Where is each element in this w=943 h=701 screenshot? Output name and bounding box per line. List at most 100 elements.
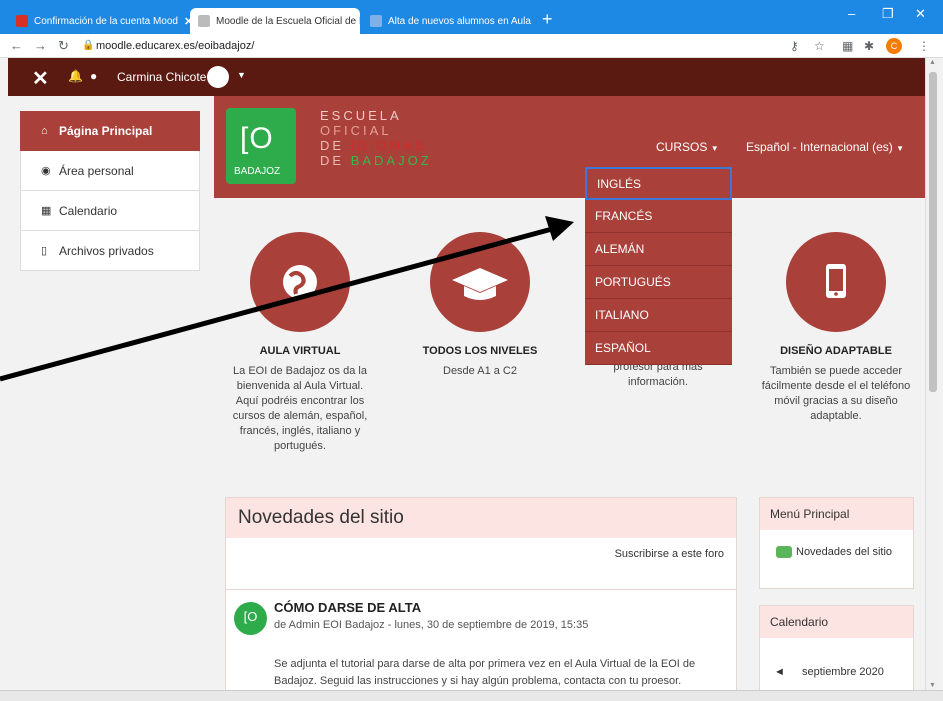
feature-title: AULA VIRTUAL (259, 345, 341, 357)
logo-line-idiomas: DE IDIOMAS (320, 138, 432, 153)
logo-mark: [O (240, 122, 274, 155)
logo-city: BADAJOZ (234, 166, 281, 177)
scroll-down-icon[interactable]: ▼ (929, 682, 936, 689)
post-title[interactable]: CÓMO DARSE DE ALTA (274, 600, 421, 615)
chevron-down-icon: ▼ (710, 144, 719, 153)
address-bar: ← → ↻ 🔒 moodle.educarex.es/eoibadajoz/ ⚷… (0, 34, 943, 58)
menu-item-frances[interactable]: FRANCÉS (585, 200, 732, 233)
logo-line-oficial: OFICIAL (320, 123, 392, 138)
tab-label: Alta de nuevos alumnos en Aula (388, 15, 531, 27)
subscribe-link[interactable]: Suscribirse a este foro (615, 548, 724, 560)
post-author-avatar[interactable]: [O (234, 602, 267, 635)
menu-item-ingles[interactable]: INGLÉS (585, 167, 732, 200)
reload-icon[interactable]: ↻ (58, 38, 69, 54)
scroll-up-icon[interactable]: ▲ (929, 59, 936, 66)
graduation-cap-icon (430, 232, 530, 332)
month-label: septiembre 2020 (801, 666, 884, 678)
cursos-menu[interactable]: CURSOS ▼ (656, 140, 719, 154)
url-field[interactable]: moodle.educarex.es/eoibadajoz/ (96, 40, 254, 52)
minimize-icon[interactable]: – (848, 6, 855, 21)
calendar-icon: ▦ (41, 205, 52, 217)
news-forum: Novedades del sitio Suscribirse a este f… (225, 497, 737, 701)
window-close-icon[interactable]: ✕ (915, 6, 926, 22)
dashboard-icon: ◉ (41, 165, 51, 177)
calendar-month: ◄ septiembre 2020 (774, 666, 884, 678)
menu-link-novedades[interactable]: Novedades del sitio (776, 546, 892, 558)
user-avatar[interactable] (207, 66, 229, 88)
browser-tab-strip: Confirmación de la cuenta Mood ✕ Moodle … (0, 0, 943, 34)
close-icon[interactable]: ✕ (178, 15, 190, 28)
extension-icon[interactable]: ▦ (842, 39, 853, 53)
block-title: Menú Principal (760, 498, 913, 530)
forward-icon[interactable]: → (34, 38, 47, 53)
logo-idiomas: IDIOMAS (350, 138, 427, 153)
feature-title: TODOS LOS NIVELES (422, 345, 538, 357)
profile-avatar[interactable]: C (886, 38, 902, 54)
cursos-label: CURSOS (656, 140, 708, 154)
feature-title: DISEÑO ADAPTABLE (780, 345, 892, 357)
chat-icon[interactable]: ● (90, 69, 97, 83)
menu-item-aleman[interactable]: ALEMÁN (585, 233, 732, 266)
logo-badajoz: BADAJOZ (350, 153, 432, 168)
menu-item-espanol[interactable]: ESPAÑOL (585, 332, 732, 365)
forum-icon (776, 546, 792, 558)
drawer-item-label: Calendario (59, 203, 118, 218)
bell-icon[interactable]: 🔔 (68, 69, 83, 83)
post-meta: de Admin EOI Badajoz - lunes, 30 de sept… (274, 619, 589, 631)
drawer-item-label: Archivos privados (59, 243, 154, 258)
drawer-item-dashboard[interactable]: ◉ Área personal (20, 151, 200, 191)
feature-diseno: DISEÑO ADAPTABLE También se puede accede… (761, 232, 911, 424)
scrollbar[interactable]: ▲ ▼ (925, 58, 939, 690)
drawer-item-home[interactable]: ⌂ Página Principal (20, 111, 200, 151)
tab-moodle[interactable]: Moodle de la Escuela Oficial de I ✕ (190, 8, 360, 34)
news-heading: Novedades del sitio (226, 498, 736, 538)
feature-aula-virtual: AULA VIRTUAL La EOI de Badajoz os da la … (225, 232, 375, 454)
download-bar (0, 690, 943, 701)
globe-icon (250, 232, 350, 332)
drawer-item-calendar[interactable]: ▦ Calendario (20, 191, 200, 231)
drawer-item-label: Área personal (59, 163, 134, 178)
feature-niveles: TODOS LOS NIVELES Desde A1 a C2 (405, 232, 555, 379)
key-icon[interactable]: ⚷ (790, 39, 799, 53)
star-icon[interactable]: ☆ (814, 39, 825, 53)
menu-item-italiano[interactable]: ITALIANO (585, 299, 732, 332)
tab-alta[interactable]: Alta de nuevos alumnos en Aula ✕ (362, 8, 534, 34)
tab-label: Moodle de la Escuela Oficial de I (216, 15, 360, 27)
scrollbar-thumb[interactable] (929, 72, 937, 392)
menu-link-label: Novedades del sitio (796, 546, 893, 558)
language-menu[interactable]: Español - Internacional (es) ▼ (746, 140, 904, 154)
puzzle-icon[interactable]: ✱ (864, 39, 874, 53)
new-tab-icon[interactable]: + (542, 9, 553, 30)
eoi-logo[interactable]: [O BADAJOZ (226, 108, 296, 184)
tab-confirmacion[interactable]: Confirmación de la cuenta Mood ✕ (8, 8, 190, 34)
user-name[interactable]: Carmina Chicote (117, 70, 206, 84)
divider (226, 589, 736, 590)
moodle-navbar: ✕ 🔔 ● Carmina Chicote ▼ (8, 58, 925, 96)
logo-de: DE (320, 153, 345, 168)
tab-label: Confirmación de la cuenta Mood (34, 15, 178, 27)
logo-line-badajoz: DE BADAJOZ (320, 153, 432, 168)
post-body: Se adjunta el tutorial para darse de alt… (274, 658, 696, 687)
close-icon[interactable]: ✕ (531, 15, 534, 28)
chevron-down-icon[interactable]: ▼ (237, 70, 246, 80)
lock-icon[interactable]: 🔒 (82, 40, 94, 51)
gmail-icon (16, 15, 28, 27)
feature-desc: La EOI de Badajoz os da la bienvenida al… (232, 365, 368, 452)
logo-de: DE (320, 138, 345, 153)
chevron-down-icon: ▼ (896, 144, 905, 153)
home-icon: ⌂ (41, 125, 48, 137)
feature-desc: Desde A1 a C2 (443, 365, 517, 377)
drawer-item-label: Página Principal (59, 124, 153, 138)
back-icon[interactable]: ← (10, 38, 23, 53)
close-drawer-icon[interactable]: ✕ (32, 66, 49, 91)
cursos-dropdown: INGLÉS FRANCÉS ALEMÁN PORTUGUÉS ITALIANO… (585, 167, 732, 365)
menu-item-portugues[interactable]: PORTUGUÉS (585, 266, 732, 299)
drawer-item-files[interactable]: ▯ Archivos privados (20, 231, 200, 271)
prev-month-icon[interactable]: ◄ (774, 666, 785, 678)
restore-icon[interactable]: ❐ (882, 6, 894, 22)
logo-line-escuela: ESCUELA (320, 108, 402, 123)
site-header: [O BADAJOZ ESCUELA OFICIAL DE IDIOMAS DE… (214, 96, 925, 198)
menu-icon[interactable]: ⋮ (918, 39, 930, 53)
nav-drawer: ⌂ Página Principal ◉ Área personal ▦ Cal… (20, 111, 200, 271)
mobile-phone-icon (786, 232, 886, 332)
